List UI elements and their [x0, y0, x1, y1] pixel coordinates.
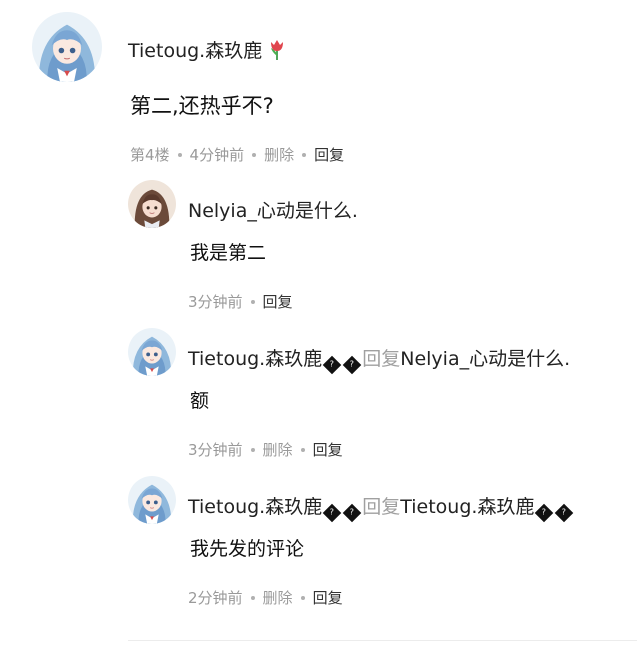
reply-button[interactable]: 回复	[263, 291, 293, 312]
avatar[interactable]	[32, 12, 102, 82]
reply-meta: 2分钟前 删除 回复	[188, 587, 343, 608]
timestamp: 2分钟前	[188, 589, 243, 607]
reply-meta: 3分钟前 删除 回复	[188, 439, 343, 460]
reply-word: 回复	[362, 348, 401, 370]
avatar[interactable]	[128, 180, 176, 228]
reply-text: 我先发的评论	[190, 538, 305, 560]
timestamp: 4分钟前	[189, 146, 245, 164]
separator-dot	[177, 152, 182, 157]
comment-text: 第二,还热乎不?	[130, 94, 274, 118]
separator-dot	[250, 447, 255, 452]
reply-header: Tietoug.森玖鹿?? 回复Nelyia_心动是什么.	[188, 344, 570, 375]
reply-text: 额	[190, 390, 210, 412]
timestamp: 3分钟前	[188, 441, 243, 459]
reply-author[interactable]: Tietoug.森玖鹿	[188, 496, 322, 518]
replacement-char-icon: ?	[322, 503, 342, 523]
separator-dot	[302, 152, 307, 157]
reply-button[interactable]: 回复	[313, 587, 343, 608]
reply-target[interactable]: Nelyia_心动是什么.	[400, 348, 570, 370]
replacement-char-icon: ?	[342, 503, 362, 523]
separator-dot	[252, 152, 257, 157]
comment-meta: 第4楼 4分钟前 删除 回复	[130, 144, 344, 165]
delete-button[interactable]: 删除	[263, 587, 293, 608]
reply-text: 我是第二	[190, 242, 267, 264]
author-name[interactable]: Tietoug.森玖鹿	[128, 40, 262, 62]
comment-author[interactable]: Tietoug.森玖鹿	[128, 36, 286, 63]
reply-header: Tietoug.森玖鹿?? 回复Tietoug.森玖鹿??	[188, 492, 574, 523]
timestamp: 3分钟前	[188, 293, 243, 311]
replacement-char-icon: ?	[535, 503, 554, 523]
avatar[interactable]	[128, 476, 176, 524]
reply-word: 回复	[362, 496, 401, 518]
separator-dot	[250, 299, 255, 304]
separator-dot	[250, 595, 255, 600]
reply-author[interactable]: Nelyia_心动是什么.	[188, 196, 358, 223]
tulip-icon	[268, 38, 286, 60]
floor-label: 第4楼	[130, 146, 170, 164]
delete-button[interactable]: 删除	[264, 144, 294, 165]
separator-dot	[300, 595, 305, 600]
divider	[128, 640, 637, 641]
reply-button[interactable]: 回复	[313, 439, 343, 460]
reply-author[interactable]: Tietoug.森玖鹿	[188, 348, 322, 370]
avatar[interactable]	[128, 328, 176, 376]
reply-button[interactable]: 回复	[314, 144, 344, 165]
separator-dot	[300, 447, 305, 452]
delete-button[interactable]: 删除	[263, 439, 293, 460]
reply-meta: 3分钟前 回复	[188, 291, 293, 312]
replacement-char-icon: ?	[342, 355, 362, 375]
replacement-char-icon: ?	[555, 503, 574, 523]
replacement-char-icon: ?	[322, 355, 342, 375]
reply-target[interactable]: Tietoug.森玖鹿	[400, 496, 534, 518]
